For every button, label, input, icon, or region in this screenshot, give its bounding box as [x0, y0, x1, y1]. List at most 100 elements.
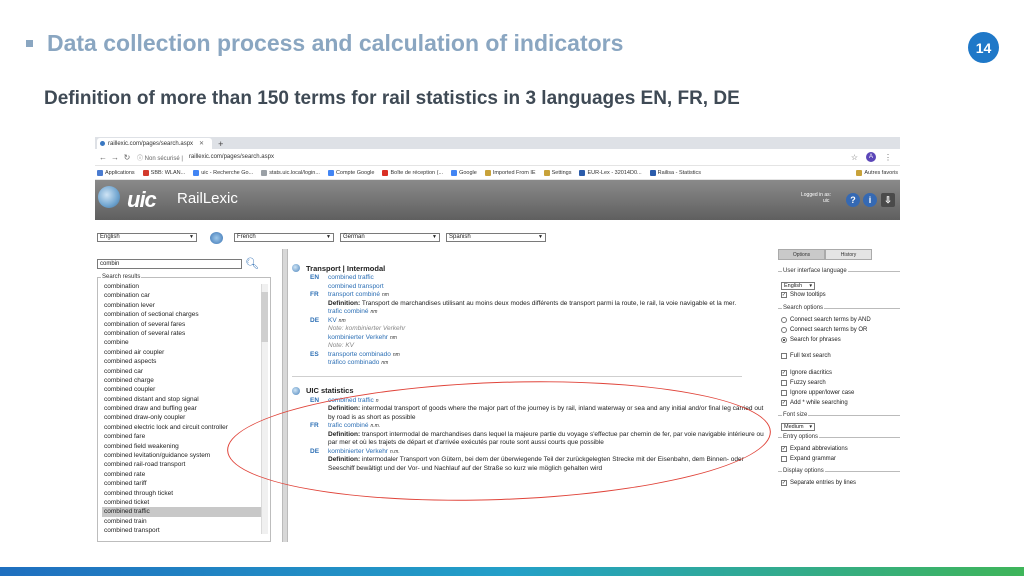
term-link[interactable]: trafic combiné: [328, 308, 368, 317]
swap-languages-icon[interactable]: [210, 232, 223, 244]
and-radio[interactable]: Connect search terms by AND: [781, 317, 871, 323]
search-result-item[interactable]: combination car: [102, 291, 262, 300]
term-link[interactable]: kombinierter Verkehr: [328, 334, 388, 343]
phrases-radio[interactable]: Search for phrases: [781, 337, 841, 343]
security-label[interactable]: ⓘ Non sécurisé |: [137, 153, 183, 162]
term-link[interactable]: KV: [328, 317, 337, 326]
search-result-item[interactable]: combined aspects: [102, 357, 262, 366]
railisa-icon: [649, 169, 656, 176]
term-link[interactable]: combined traffic: [328, 274, 374, 283]
results-scroll-thumb[interactable]: [261, 292, 268, 342]
bottom-gradient-bar: [0, 567, 1024, 576]
bookmark-star-icon[interactable]: ☆: [851, 153, 858, 162]
show-tooltips-checkbox[interactable]: ✓ Show tooltips: [781, 292, 826, 298]
or-radio[interactable]: Connect search terms by OR: [781, 327, 867, 333]
add-star-checkbox[interactable]: ✓ Add * while searching: [781, 400, 848, 406]
menu-kebab-icon[interactable]: ⋮: [884, 153, 892, 162]
language-select-4[interactable]: Spanish ▼: [446, 233, 546, 242]
language-select-1[interactable]: English ▼: [97, 233, 197, 242]
reload-icon[interactable]: ↻: [121, 153, 133, 162]
fuzzy-checkbox[interactable]: Fuzzy search: [781, 380, 826, 386]
separate-entries-checkbox[interactable]: ✓ Separate entries by lines: [781, 480, 856, 486]
note-row: Note: KV: [328, 342, 355, 349]
display-options-group: Display options: [778, 468, 900, 474]
ignore-case-checkbox[interactable]: Ignore upper/lower case: [781, 390, 854, 396]
back-icon[interactable]: ←: [97, 153, 109, 162]
browser-tab-title: raillexic.com/pages/search.aspx: [108, 140, 194, 147]
bookmarks-bar: Applications SBB: WLAN... uic - Recherch…: [95, 166, 900, 180]
search-result-item[interactable]: combined draw-only coupler: [102, 413, 262, 422]
bookmark-other-favorites[interactable]: Autres favoris: [856, 169, 898, 176]
folder-icon: [856, 169, 863, 176]
bookmark-item[interactable]: stats.uic.local/login...: [261, 169, 320, 176]
bookmark-item[interactable]: Applications: [97, 169, 135, 176]
search-result-item[interactable]: combined coupler: [102, 385, 262, 394]
ui-language-select[interactable]: English ▼: [781, 282, 815, 290]
pane-splitter[interactable]: [282, 249, 288, 542]
term-link[interactable]: tráfico combinado: [328, 359, 379, 368]
entry-row: kombinierter Verkehr nm: [328, 333, 397, 343]
search-icon[interactable]: 🔍︎: [245, 257, 259, 270]
search-result-item[interactable]: combined train: [102, 517, 262, 526]
search-result-item[interactable]: combined through ticket: [102, 489, 262, 498]
search-result-item[interactable]: combined air coupler: [102, 348, 262, 357]
bookmark-item[interactable]: EUR-Lex - 32014D0...: [579, 169, 642, 176]
help-icon[interactable]: ?: [846, 193, 860, 207]
logout-icon[interactable]: ⇩: [881, 193, 895, 207]
url-field[interactable]: raillexic.com/pages/search.aspx: [189, 154, 274, 160]
bookmark-item[interactable]: Imported From IE: [484, 169, 536, 176]
bookmark-item[interactable]: Boîte de réception (...: [382, 169, 443, 176]
browser-tabbar: raillexic.com/pages/search.aspx ✕ +: [95, 137, 900, 149]
page-number-badge: 14: [968, 32, 999, 63]
globe-icon: [292, 386, 300, 395]
expand-grammar-checkbox[interactable]: Expand grammar: [781, 456, 836, 462]
search-result-item[interactable]: combined ticket: [102, 498, 262, 507]
bookmark-item[interactable]: Settings: [543, 169, 571, 176]
language-select-2[interactable]: French ▼: [234, 233, 334, 242]
language-select-3[interactable]: German ▼: [340, 233, 440, 242]
search-result-item[interactable]: combined traffic: [102, 507, 262, 517]
search-input[interactable]: combin: [97, 259, 242, 269]
bookmark-item[interactable]: Compte Google: [327, 169, 374, 176]
tab-options[interactable]: Options: [778, 249, 825, 260]
search-result-item[interactable]: combination of several rates: [102, 329, 262, 338]
profile-avatar[interactable]: A: [866, 152, 876, 162]
search-result-item[interactable]: combination of several fares: [102, 320, 262, 329]
logged-in-info: Logged in as: uic: [801, 192, 832, 204]
tab-history[interactable]: History: [825, 249, 872, 260]
term-link[interactable]: transport combiné: [328, 291, 380, 300]
search-result-item[interactable]: combined charge: [102, 376, 262, 385]
search-result-item[interactable]: combined car: [102, 367, 262, 376]
search-result-item[interactable]: combined distant and stop signal: [102, 395, 262, 404]
search-result-item[interactable]: combination: [102, 282, 262, 291]
full-text-checkbox[interactable]: Full text search: [781, 353, 831, 359]
entry-separator: [292, 375, 742, 377]
sbb-icon: [142, 169, 149, 176]
ignore-diacritics-checkbox[interactable]: ✓ Ignore diacritics: [781, 370, 832, 376]
search-result-item[interactable]: combined tariff: [102, 479, 262, 488]
bookmark-item[interactable]: SBB: WLAN...: [142, 169, 185, 176]
term-link[interactable]: transporte combinado: [328, 351, 391, 360]
forward-icon[interactable]: →: [109, 153, 121, 162]
search-result-item[interactable]: combined rate: [102, 470, 262, 479]
browser-tab[interactable]: raillexic.com/pages/search.aspx ✕: [97, 138, 213, 149]
bookmark-item[interactable]: Railisa - Statistics: [649, 169, 701, 176]
slide: Data collection process and calculation …: [0, 0, 1024, 576]
entry-row: trafic combiné nm: [328, 308, 378, 317]
options-tabs: Options History: [778, 249, 900, 260]
term-link[interactable]: combined transport: [328, 283, 384, 292]
font-size-select[interactable]: Medium ▼: [781, 423, 815, 431]
info-icon[interactable]: i: [863, 193, 877, 207]
new-tab-button[interactable]: +: [218, 138, 223, 149]
search-result-item[interactable]: combination of sectional charges: [102, 310, 262, 319]
search-result-item[interactable]: combined electric lock and circuit contr…: [102, 423, 262, 432]
search-result-item[interactable]: combined draw and buffing gear: [102, 404, 262, 413]
expand-abbreviations-checkbox[interactable]: ✓ Expand abbreviations: [781, 446, 848, 452]
bookmark-item[interactable]: uic - Recherche Go...: [193, 169, 253, 176]
search-result-item[interactable]: combination lever: [102, 301, 262, 310]
close-tab-icon[interactable]: ✕: [199, 140, 204, 147]
bookmark-item[interactable]: Google: [451, 169, 477, 176]
search-result-item[interactable]: combined transport: [102, 526, 262, 535]
search-result-item[interactable]: combine: [102, 338, 262, 347]
entry-options-group: Entry options: [778, 434, 900, 440]
